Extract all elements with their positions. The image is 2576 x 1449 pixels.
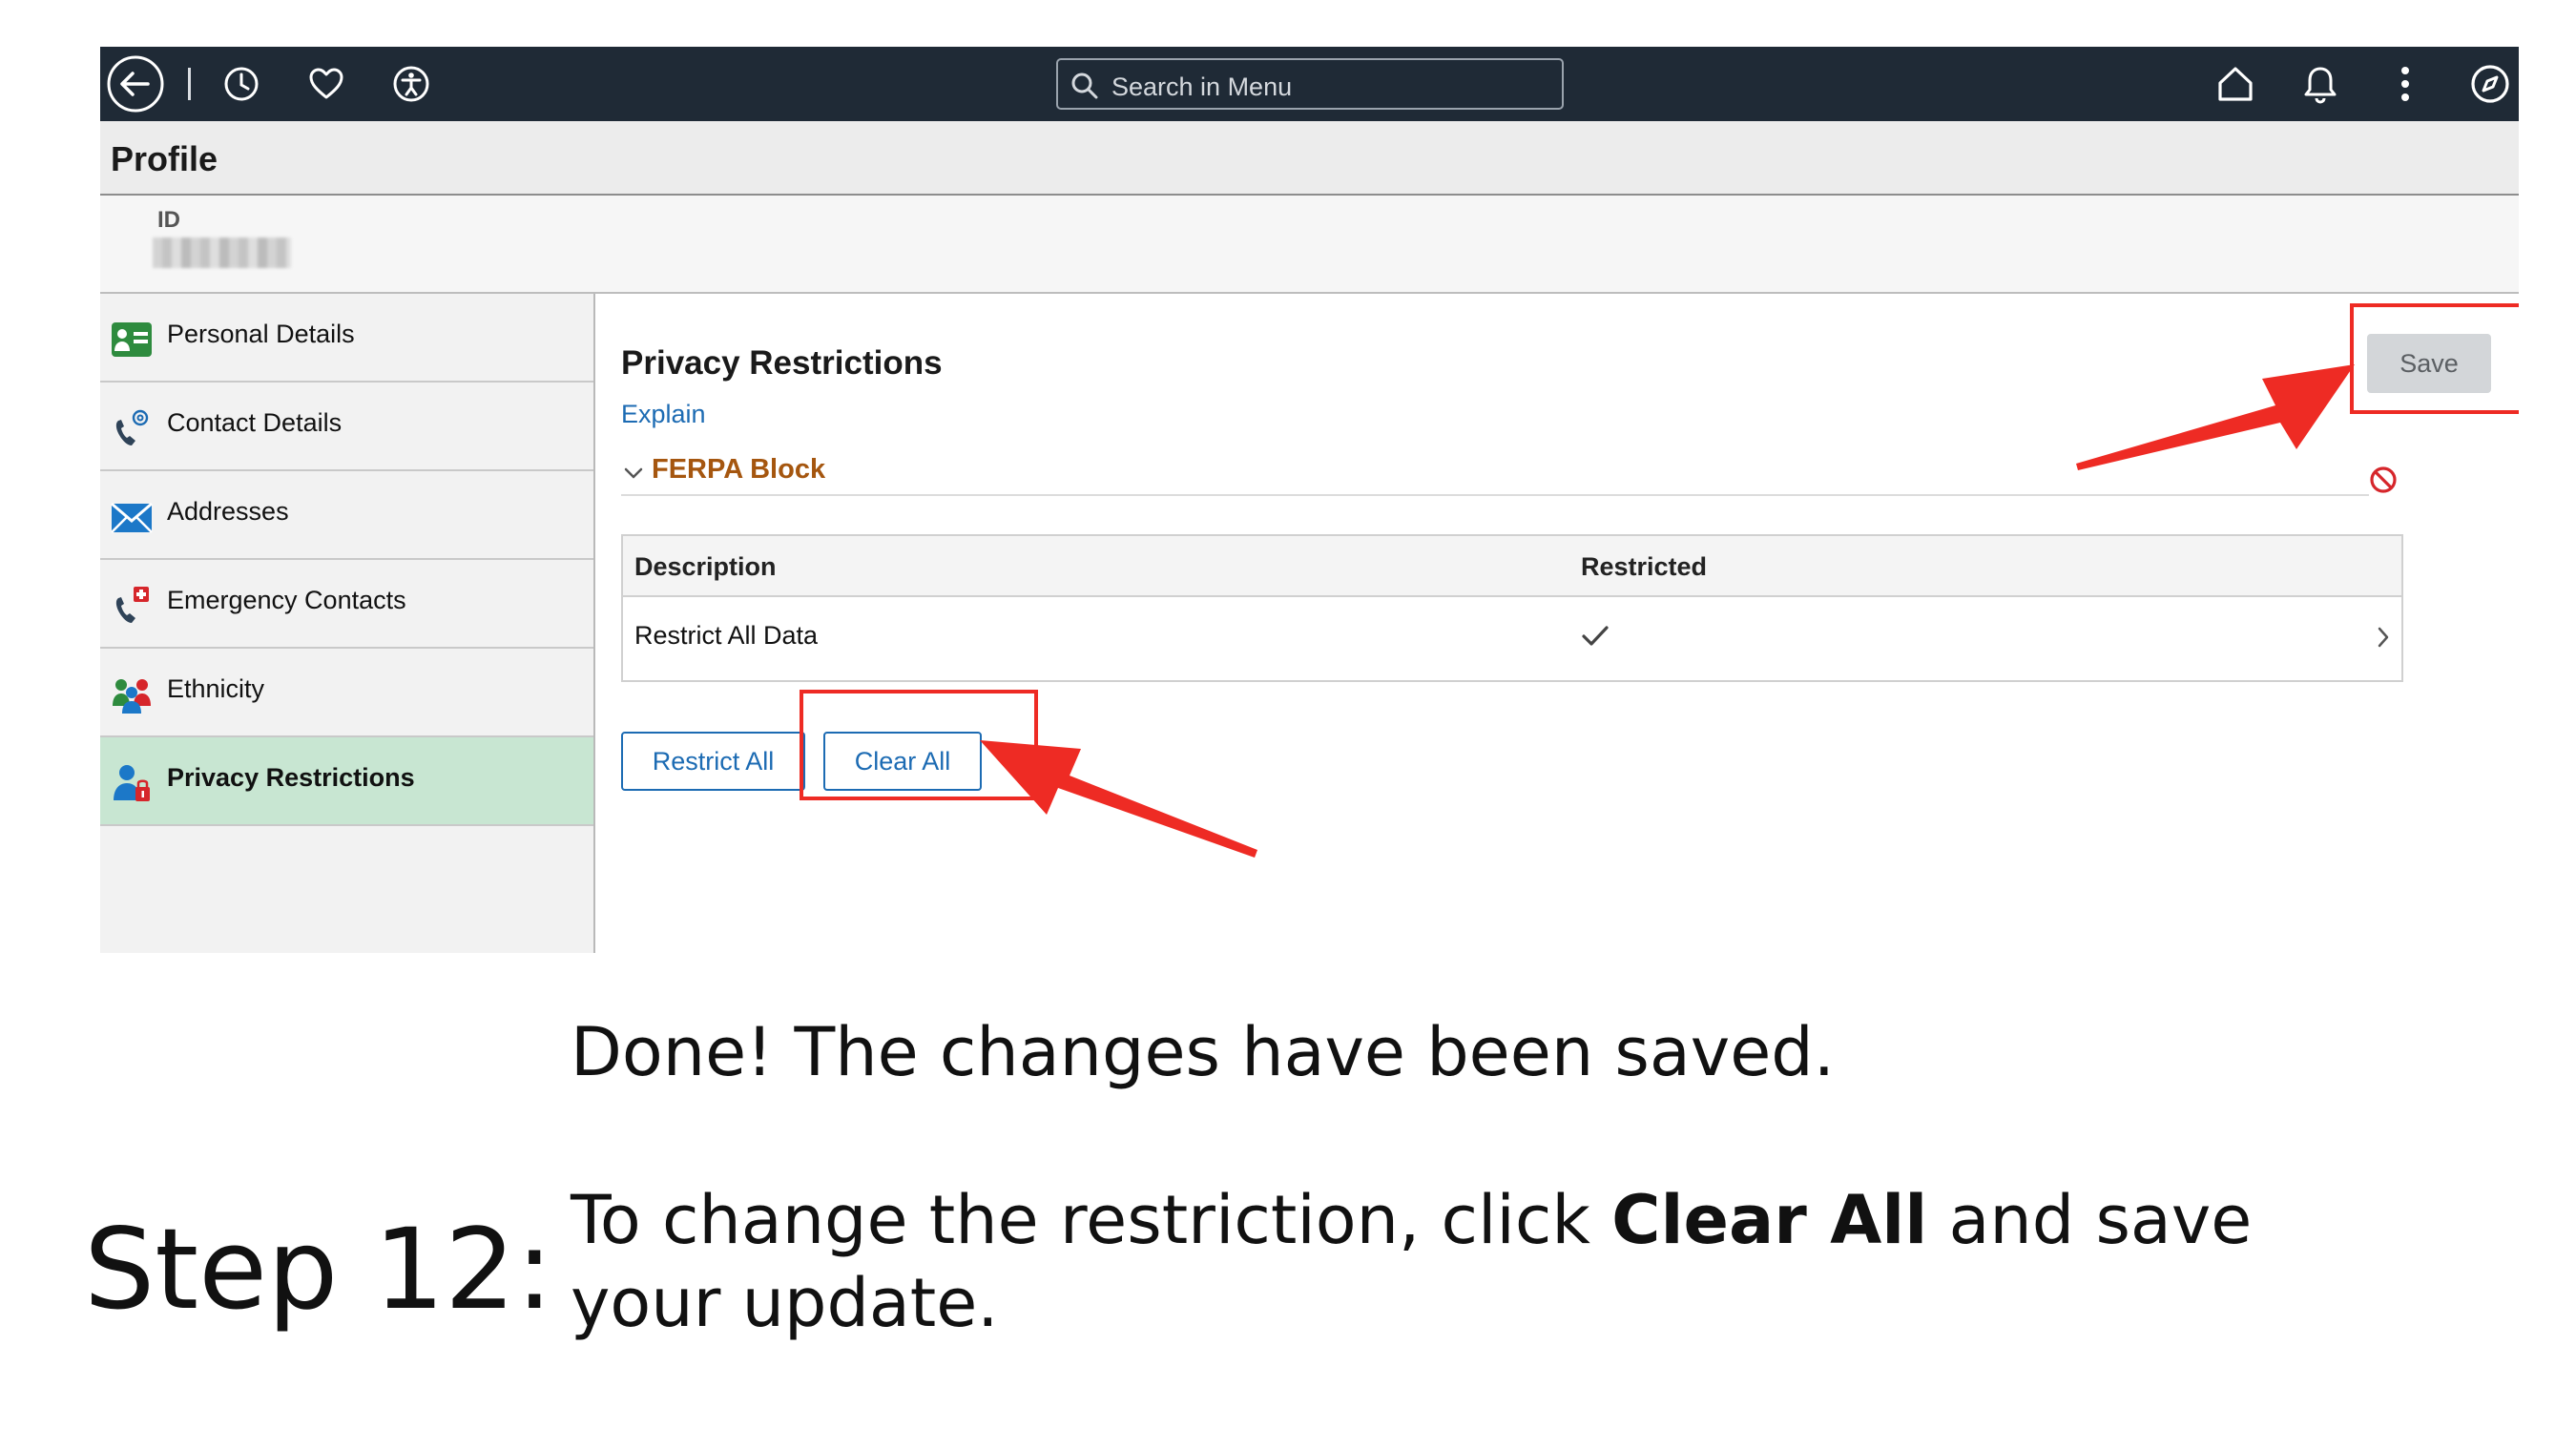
step-label: Step 12: — [84, 1204, 553, 1335]
done-caption: Done! The changes have been saved. — [571, 1013, 1835, 1091]
step-text-emphasis: Clear All — [1611, 1181, 1928, 1259]
annotation-arrows — [980, 364, 2355, 858]
application-screenshot: Search in Menu Profile ID Personal Detai… — [100, 47, 2519, 953]
step-text-start: To change the restriction, click — [571, 1181, 1612, 1259]
step-instructions: To change the restriction, click Clear A… — [571, 1179, 2288, 1345]
save-arrow-icon — [2076, 364, 2355, 470]
clear-all-arrow-icon — [980, 740, 1257, 858]
